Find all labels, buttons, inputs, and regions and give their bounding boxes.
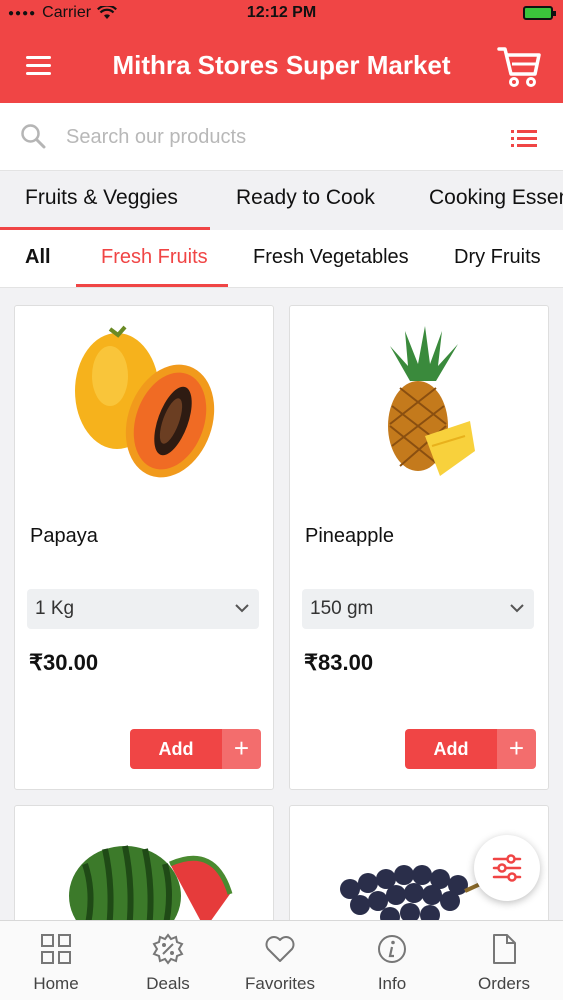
tab-all[interactable]: All [25,246,51,269]
product-card[interactable]: Papaya 1 Kg ₹30.00 Add + [14,305,274,790]
filter-button[interactable] [474,835,540,901]
search-bar [0,103,563,171]
cart-icon [497,47,541,87]
tab-cooking-essentials[interactable]: Cooking Essen [429,186,563,210]
tab-fresh-fruits[interactable]: Fresh Fruits [101,246,208,269]
search-input[interactable] [66,121,446,153]
unit-value: 1 Kg [35,598,75,619]
nav-info[interactable]: Info [336,921,448,1000]
chevron-down-icon [510,604,524,613]
heart-icon [265,936,295,962]
filter-sliders-icon [492,854,522,882]
nav-favorites-label: Favorites [245,974,315,993]
unit-value: 150 gm [310,598,374,619]
search-icon [21,124,46,149]
nav-home[interactable]: Home [0,921,112,1000]
subcategory-tabs: All Fresh Fruits Fresh Vegetables Dry Fr… [0,230,563,288]
badge-percent-icon [152,933,184,965]
subcategory-tab-indicator [76,284,228,287]
nav-orders-label: Orders [478,974,530,993]
category-tabs: Fruits & Veggies Ready to Cook Cooking E… [0,172,563,230]
nav-deals[interactable]: Deals [112,921,224,1000]
product-image-pineapple [388,326,475,476]
product-name: Pineapple [305,525,394,547]
add-to-cart-button[interactable]: Add + [130,729,261,769]
grid-icon [41,934,71,964]
status-bar: ●●●● Carrier 12:12 PM [0,4,563,24]
product-name: Papaya [30,525,98,547]
nav-info-label: Info [377,974,407,993]
battery-icon [523,6,556,20]
page-title: Mithra Stores Super Market [112,50,451,80]
nav-favorites[interactable]: Favorites [224,921,336,1000]
unit-dropdown[interactable]: 150 gm [302,589,534,629]
app-header: ●●●● Carrier 12:12 PM Mithra Stores Supe… [0,0,563,103]
status-time: 12:12 PM [246,4,317,21]
tab-dry-fruits[interactable]: Dry Fruits [454,246,541,269]
nav-orders[interactable]: Orders [448,921,560,1000]
product-image-papaya [75,325,215,478]
add-label: Add [130,729,222,769]
document-icon [493,934,516,964]
cart-button[interactable] [497,44,541,88]
chevron-down-icon [235,604,249,613]
bottom-navigation: Home Deals Favorites Info Orders [0,920,563,1000]
plus-icon: + [497,729,536,769]
product-price: ₹30.00 [29,650,99,675]
list-view-icon[interactable] [511,130,537,148]
tab-fruits-veggies[interactable]: Fruits & Veggies [25,186,178,210]
tab-ready-to-cook[interactable]: Ready to Cook [236,186,375,210]
add-to-cart-button[interactable]: Add + [405,729,536,769]
product-card[interactable]: Pineapple 150 gm ₹83.00 Add + [289,305,549,790]
product-price: ₹83.00 [304,650,374,675]
nav-home-label: Home [33,974,79,993]
tab-fresh-vegetables[interactable]: Fresh Vegetables [253,246,409,269]
plus-icon: + [222,729,261,769]
product-image-watermelon [69,845,233,934]
nav-deals-label: Deals [146,974,190,993]
info-icon [378,935,406,963]
add-label: Add [405,729,497,769]
unit-dropdown[interactable]: 1 Kg [27,589,259,629]
